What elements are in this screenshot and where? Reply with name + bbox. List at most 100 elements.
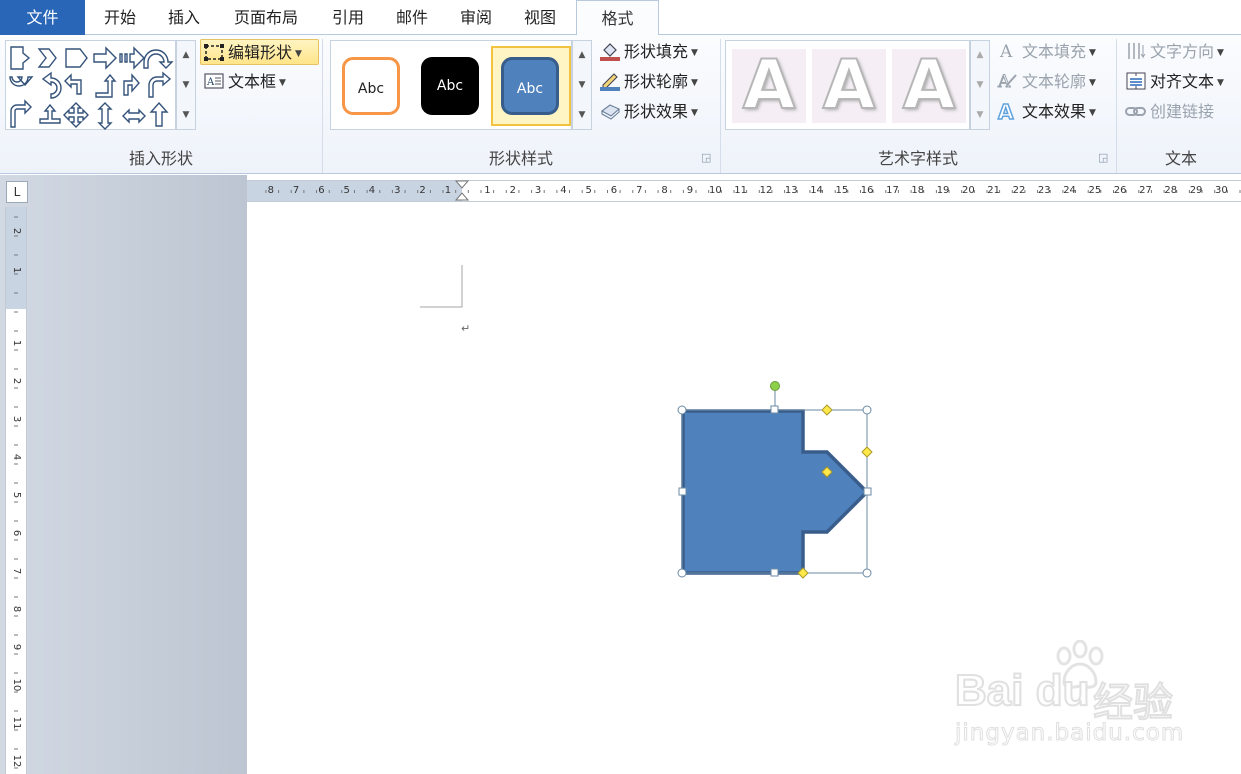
align-text-button[interactable]: 对齐文本 ▼	[1125, 69, 1224, 95]
edit-points-icon	[203, 42, 225, 62]
shape-arrow-right-icon	[93, 46, 117, 70]
ruler-tick-label: 1	[11, 339, 22, 347]
resize-handle[interactable]	[862, 405, 872, 415]
text-box-button[interactable]: A 文本框 ▼	[203, 69, 286, 95]
vertical-ruler[interactable]: 2 1 1 2 3 4 5 6 7 8 9 10 11 12	[5, 207, 27, 774]
dropdown-arrow-icon: ▼	[1089, 77, 1096, 88]
ruler-tick-label: 4	[560, 185, 567, 196]
resize-handle[interactable]	[770, 568, 779, 577]
scroll-up-icon[interactable]: ▲	[971, 41, 989, 69]
ruler-tick-label: 21	[987, 185, 1001, 196]
text-fill-button[interactable]: A 文本填充 ▼	[997, 39, 1096, 65]
shapes-gallery-scroll[interactable]: ▲ ▼ ▼	[176, 40, 196, 130]
ruler-tick-label: 11	[734, 185, 748, 196]
scroll-down-icon[interactable]: ▼	[177, 71, 195, 99]
resize-handle[interactable]	[678, 487, 687, 496]
wordart-gallery[interactable]: A A A	[725, 40, 970, 130]
adjust-handle[interactable]	[821, 404, 833, 416]
notched-arrow-shape[interactable]	[681, 409, 870, 575]
wordart-gallery-scroll[interactable]: ▲ ▼ ▼	[970, 40, 990, 130]
tab-file[interactable]: 文件	[0, 0, 85, 35]
indent-marker-icon[interactable]	[447, 180, 477, 202]
resize-handle[interactable]	[862, 568, 872, 578]
shape-outline-button[interactable]: 形状轮廓 ▼	[599, 69, 698, 95]
dialog-launcher-icon[interactable]: ◲	[1098, 151, 1108, 164]
ruler-tick-label: 5	[343, 185, 350, 196]
gallery-more-icon[interactable]: ▼	[573, 101, 591, 129]
shape-style-blue-fill[interactable]: Abc	[501, 57, 559, 115]
gallery-more-icon[interactable]: ▼	[177, 101, 195, 129]
ruler-tick-label: 13	[784, 185, 798, 196]
shape-styles-scroll[interactable]: ▲ ▼ ▼	[572, 40, 592, 130]
ruler-tick-label: 6	[610, 185, 618, 196]
text-direction-button[interactable]: 文字方向 ▼	[1125, 39, 1224, 65]
ruler-tick-label: 8	[267, 185, 274, 196]
create-link-label: 创建链接	[1150, 102, 1215, 121]
text-effects-button[interactable]: A 文本效果 ▼	[997, 99, 1096, 125]
create-link-button[interactable]: 创建链接	[1125, 99, 1214, 125]
wordart-style-1[interactable]: A	[732, 48, 806, 124]
shape-style-black-fill[interactable]: Abc	[421, 57, 479, 115]
tab-references[interactable]: 引用	[316, 0, 380, 35]
adjust-handle[interactable]	[861, 446, 873, 458]
text-outline-button[interactable]: A 文本轮廓 ▼	[997, 69, 1096, 95]
ruler-tick-label: 7	[292, 185, 300, 196]
resize-handle[interactable]	[863, 487, 872, 496]
ruler-tick-label: 8	[11, 605, 22, 613]
shapes-gallery[interactable]	[5, 40, 176, 130]
shape-pentagon-icon	[65, 48, 88, 68]
ruler-tick-label: 29	[1189, 185, 1203, 196]
ruler-tick-label: 9	[11, 643, 22, 651]
shape-left-right-arrow-icon	[122, 108, 146, 124]
scroll-up-icon[interactable]: ▲	[177, 41, 195, 69]
tab-insert[interactable]: 插入	[152, 0, 216, 35]
tab-view[interactable]: 视图	[508, 0, 572, 35]
shape-styles-gallery[interactable]: Abc Abc Abc	[330, 40, 572, 130]
gallery-more-icon[interactable]: ▼	[971, 101, 989, 129]
ruler-tick-label: 19	[936, 185, 950, 196]
svg-text:A: A	[999, 42, 1013, 61]
baidu-jingyan-watermark: Bai du 经验 jingyan.baidu.com	[954, 640, 1185, 750]
shape-icons-grid	[9, 46, 174, 130]
text-direction-label: 文字方向	[1150, 42, 1215, 61]
shape-bent-up-icon	[95, 73, 117, 98]
shape-bend-icon	[148, 71, 172, 98]
wordart-style-2[interactable]: A	[812, 48, 886, 124]
shape-chevron-icon	[37, 48, 57, 68]
ruler-tick-label: 18	[911, 185, 925, 196]
shape-style-orange-outline[interactable]: Abc	[342, 57, 400, 115]
ruler-tick-label: 7	[636, 185, 643, 196]
dropdown-arrow-icon: ▼	[295, 48, 302, 59]
rotation-handle[interactable]	[770, 381, 780, 391]
shape-vertical-arrow-icon	[97, 102, 113, 130]
scroll-down-icon[interactable]: ▼	[971, 71, 989, 99]
tab-page-layout[interactable]: 页面布局	[218, 0, 314, 35]
tab-mailings[interactable]: 邮件	[380, 0, 444, 35]
ribbon-tab-bar: 文件 开始 插入 页面布局 引用 邮件 审阅 视图 格式	[0, 0, 1241, 36]
dropdown-arrow-icon: ▼	[1089, 107, 1096, 118]
ruler-tick-label: 27	[1139, 185, 1152, 196]
scroll-up-icon[interactable]: ▲	[573, 41, 591, 69]
watermark-url: jingyan.baidu.com	[954, 720, 1185, 747]
text-box-icon: A	[203, 71, 225, 91]
edit-shape-button[interactable]: 编辑形状 ▼	[200, 39, 319, 65]
tab-format[interactable]: 格式	[576, 0, 659, 36]
shape-effects-icon	[599, 101, 621, 121]
group-label-insert-shapes: 插入形状	[128, 149, 193, 168]
ruler-tick-label: 12	[759, 185, 773, 196]
tab-home[interactable]: 开始	[88, 0, 152, 35]
wordart-style-3[interactable]: A	[892, 48, 966, 124]
horizontal-ruler[interactable]: 8 7 6 5 4 3 2 1 1 2 3 4 5 6 7 8 9 10 11 12 13 14 15 16 17 18 19 20 2…	[247, 180, 1241, 202]
tab-review[interactable]: 审阅	[444, 0, 508, 35]
resize-handle[interactable]	[677, 568, 687, 578]
dialog-launcher-icon[interactable]: ◲	[701, 151, 711, 164]
shape-effects-button[interactable]: 形状效果 ▼	[599, 99, 698, 125]
shape-fill-button[interactable]: 形状填充 ▼	[599, 39, 698, 65]
scroll-down-icon[interactable]: ▼	[573, 71, 591, 99]
ruler-tick-label: 22	[1012, 185, 1026, 196]
resize-handle[interactable]	[677, 405, 687, 415]
resize-handle[interactable]	[770, 405, 779, 414]
dropdown-arrow-icon: ▼	[279, 77, 286, 88]
shape-outline-label: 形状轮廓	[624, 72, 689, 91]
tab-stop-selector[interactable]: L	[6, 181, 28, 203]
